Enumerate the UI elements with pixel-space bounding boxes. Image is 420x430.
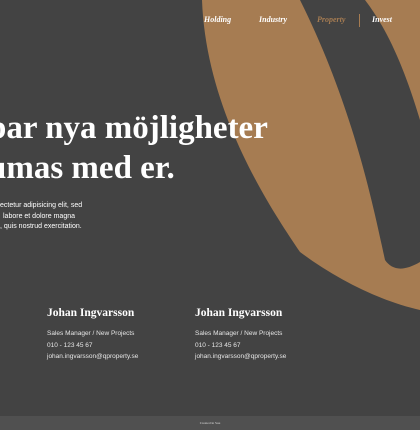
nav-separator bbox=[246, 14, 247, 27]
footer-credit: Created in Sue bbox=[199, 421, 221, 425]
nav-item-holding[interactable]: Holding bbox=[204, 14, 231, 26]
hero-headline: par nya möjligheter umas med er. bbox=[0, 108, 268, 188]
intro-line-2: labore et dolore magna bbox=[3, 212, 75, 220]
page-footer: Created in Sue bbox=[0, 416, 420, 430]
nav-item-industry[interactable]: Industry bbox=[259, 14, 287, 26]
nav-separator bbox=[302, 14, 303, 27]
intro-line-1: ectetur adipisicing elit, sed bbox=[0, 202, 83, 209]
hero-headline-line-1: par nya möjligheter bbox=[0, 110, 268, 146]
hero-intro-text: ectetur adipisicing elit, sed labore et … bbox=[0, 201, 82, 233]
nav-item-property[interactable]: Property bbox=[317, 14, 345, 26]
contact-name: Johan Ingvarsson bbox=[195, 307, 283, 319]
contact-card: Johan Ingvarsson Sales Manager / New Pro… bbox=[195, 306, 286, 363]
contact-email-link[interactable]: johan.ingvarsson@qproperty.se bbox=[195, 351, 286, 363]
contact-title: Sales Manager / New Projects bbox=[195, 330, 283, 337]
contact-phone-link[interactable]: 010 - 123 45 67 bbox=[47, 340, 138, 352]
top-navigation: Holding Industry Property Invest bbox=[0, 14, 420, 28]
contact-name: Johan Ingvarsson bbox=[47, 307, 135, 319]
intro-line-3: , quis nostrud exercitation. bbox=[0, 223, 82, 230]
nav-separator bbox=[359, 14, 360, 27]
hero-headline-line-2: umas med er. bbox=[0, 150, 175, 186]
contact-phone-link[interactable]: 010 - 123 45 67 bbox=[195, 340, 286, 352]
contact-title: Sales Manager / New Projects bbox=[47, 330, 135, 337]
contact-email-link[interactable]: johan.ingvarsson@qproperty.se bbox=[47, 351, 138, 363]
contact-card: Johan Ingvarsson Sales Manager / New Pro… bbox=[47, 306, 138, 363]
nav-item-invest[interactable]: Invest bbox=[372, 14, 392, 26]
